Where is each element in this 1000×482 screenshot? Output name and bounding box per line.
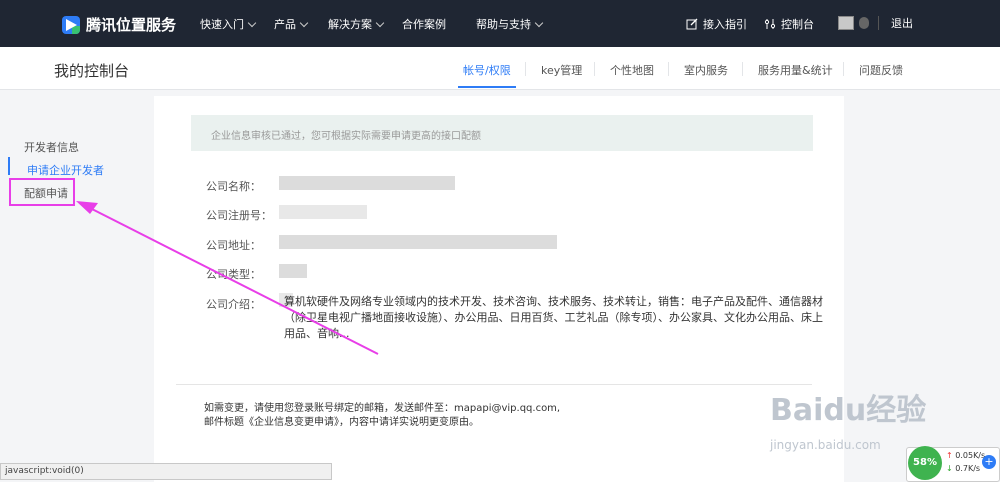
avatar	[838, 16, 854, 30]
company-addr-label: 公司地址：	[206, 239, 261, 252]
logout-link[interactable]: 退出	[878, 16, 913, 30]
change-instructions-line1: 如需变更，请使用您登录账号绑定的邮箱，发送邮件至：mapapi@vip.qq.c…	[204, 403, 561, 414]
plus-icon[interactable]: +	[982, 455, 996, 469]
nav-quickstart[interactable]: 快速入门	[200, 16, 257, 32]
active-tab-indicator	[458, 86, 516, 88]
nav-cases[interactable]: 合作案例	[402, 16, 446, 32]
page-title: 我的控制台	[54, 62, 130, 80]
console-link[interactable]: 控制台	[764, 16, 814, 32]
access-guide-label: 接入指引	[703, 18, 747, 31]
tab-account-permission[interactable]: 帐号/权限	[463, 62, 511, 78]
chevron-down-icon	[299, 18, 309, 27]
sliders-icon	[764, 19, 776, 29]
tab-divider	[668, 62, 669, 76]
tab-divider	[594, 62, 595, 76]
brand-name: 腾讯位置服务	[86, 16, 177, 34]
download-speed-value: 0.7K/s	[955, 464, 981, 473]
nav-label: 合作案例	[402, 18, 446, 31]
nav-label: 解决方案	[328, 18, 372, 31]
baidu-watermark: Baidu经验	[770, 393, 927, 428]
company-addr-value-redacted	[279, 235, 557, 249]
tab-divider	[742, 62, 743, 76]
avatar-indicator	[859, 17, 869, 29]
divider	[176, 384, 812, 385]
tab-key-management[interactable]: key管理	[541, 62, 582, 78]
chevron-down-icon	[247, 18, 257, 27]
upload-speed: ↑ 0.05K/s	[946, 451, 985, 460]
nav-products[interactable]: 产品	[274, 16, 309, 32]
chevron-down-icon	[375, 18, 385, 27]
nav-solutions[interactable]: 解决方案	[328, 16, 385, 32]
nav-label: 产品	[274, 18, 296, 31]
tab-usage-statistics[interactable]: 服务用量&统计	[758, 62, 833, 78]
arrow-down-icon: ↓	[946, 464, 953, 473]
download-speed: ↓ 0.7K/s	[946, 464, 980, 473]
company-name-value-redacted	[279, 176, 455, 190]
sidebar-group-developer-info[interactable]: 开发者信息	[24, 139, 79, 155]
nav-label: 帮助与支持	[476, 18, 531, 31]
browser-status-bar: javascript:void(0)	[0, 463, 332, 480]
brand-logo[interactable]: 腾讯位置服务	[62, 14, 176, 35]
company-type-label: 公司类型：	[206, 268, 261, 281]
console-label: 控制台	[781, 18, 814, 31]
sidebar-item-apply-enterprise[interactable]: 申请企业开发者	[27, 162, 104, 178]
tab-feedback[interactable]: 问题反馈	[859, 62, 903, 78]
notice-text: 企业信息审核已通过，您可根据实际需要申请更高的接口配额	[211, 131, 481, 142]
baidu-watermark-url: jingyan.baidu.com	[770, 438, 881, 452]
annotation-highlight-box	[9, 178, 75, 206]
arrow-up-icon: ↑	[946, 451, 953, 460]
chevron-down-icon	[534, 18, 544, 27]
user-avatar[interactable]	[838, 16, 869, 30]
tab-divider	[843, 62, 844, 76]
nav-help[interactable]: 帮助与支持	[476, 16, 544, 32]
access-guide-link[interactable]: 接入指引	[686, 16, 747, 32]
logout-label: 退出	[891, 17, 913, 30]
memory-usage-circle[interactable]: 58%	[908, 446, 942, 480]
change-instructions-line2: 邮件标题《企业信息变更申请》，内容中请详实说明更变原由。	[204, 417, 479, 428]
tab-indoor-service[interactable]: 室内服务	[684, 62, 728, 78]
tab-custom-map[interactable]: 个性地图	[610, 62, 654, 78]
sidebar-active-indicator	[8, 157, 10, 175]
change-instructions: 如需变更，请使用您登录账号绑定的邮箱，发送邮件至：mapapi@vip.qq.c…	[204, 402, 560, 430]
company-intro-text: 算机软硬件及网络专业领域内的技术开发、技术咨询、技术服务、技术转让，销售：电子产…	[284, 295, 823, 340]
company-name-label: 公司名称：	[206, 180, 261, 193]
tab-divider	[525, 62, 526, 76]
upload-speed-value: 0.05K/s	[955, 451, 986, 460]
edit-icon	[686, 18, 698, 30]
company-intro-label: 公司介绍：	[206, 298, 261, 311]
tencent-map-logo-icon	[62, 15, 80, 34]
nav-label: 快速入门	[200, 18, 244, 31]
company-type-value-redacted	[279, 264, 307, 278]
company-reg-label: 公司注册号：	[206, 209, 272, 222]
company-reg-value-redacted	[279, 205, 367, 219]
